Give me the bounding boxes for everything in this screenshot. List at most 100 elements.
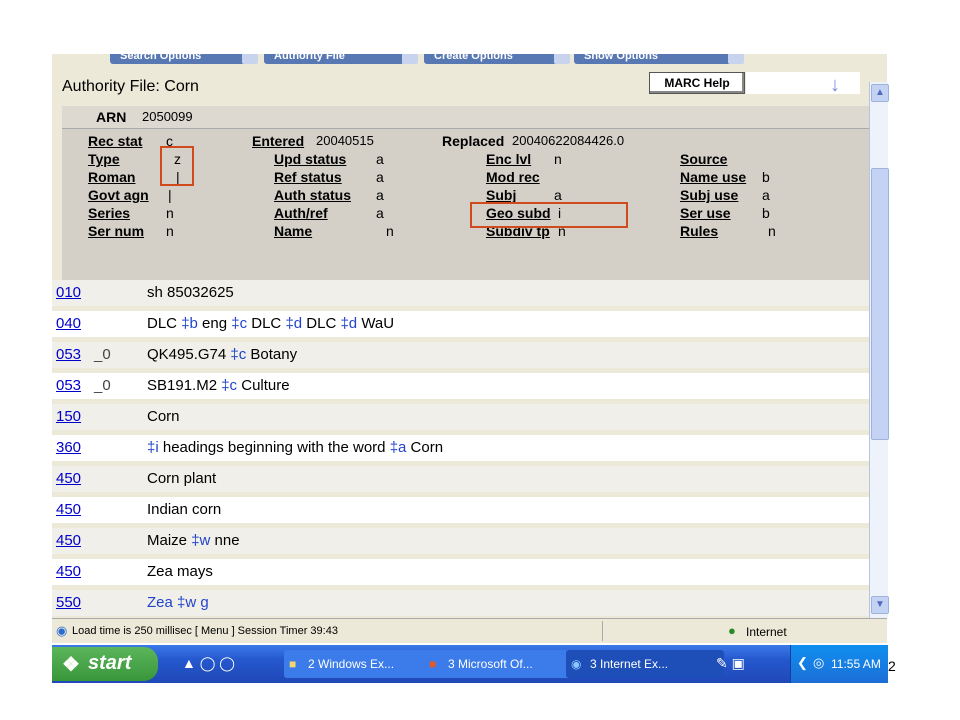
scroll-down-icon[interactable]: ▼ bbox=[871, 596, 889, 614]
entered-value: 20040515 bbox=[316, 133, 374, 148]
marc-field-content: Corn plant bbox=[147, 470, 216, 487]
govt-agn-label[interactable]: Govt agn bbox=[88, 187, 149, 203]
view-select[interactable] bbox=[746, 72, 860, 94]
field-text: eng bbox=[197, 315, 232, 332]
task-windows-explorer[interactable]: ■ 2 Windows Ex... bbox=[284, 650, 438, 678]
network-icon[interactable]: ◎ bbox=[813, 655, 824, 671]
page-number-fragment: 2 bbox=[888, 658, 896, 674]
tab-search-options[interactable]: Search Options bbox=[110, 54, 250, 64]
tab-authority-file[interactable]: Authority File bbox=[264, 54, 404, 64]
replaced-value: 20040622084426.0 bbox=[512, 133, 625, 148]
windows-flag-icon: ❖ bbox=[62, 654, 80, 676]
ser-num-label[interactable]: Ser num bbox=[88, 223, 144, 239]
scroll-thumb[interactable] bbox=[871, 168, 889, 440]
folder-icon: ■ bbox=[289, 657, 297, 671]
marc-tag-link[interactable]: 450 bbox=[56, 532, 81, 549]
field-text: Culture bbox=[237, 377, 290, 394]
field-text: Corn bbox=[406, 439, 444, 456]
globe-icon: ● bbox=[728, 623, 736, 638]
clock: 11:55 AM bbox=[831, 657, 881, 671]
source-label[interactable]: Source bbox=[680, 151, 727, 167]
upd-status-label[interactable]: Upd status bbox=[274, 151, 346, 167]
arn-row: ARN 2050099 bbox=[62, 106, 870, 129]
start-button[interactable]: ❖ start bbox=[52, 647, 158, 681]
marc-field-row: 450 Zea mays bbox=[52, 559, 873, 585]
subfield-code: ‡b bbox=[181, 315, 198, 332]
marc-tag-link[interactable]: 360 bbox=[56, 439, 81, 456]
series-label[interactable]: Series bbox=[88, 205, 130, 221]
tray-tool-icons[interactable]: ✎ ▣ bbox=[716, 655, 745, 672]
marc-tag-link[interactable]: 150 bbox=[56, 408, 81, 425]
name-use-label[interactable]: Name use bbox=[680, 169, 746, 185]
marc-field-content: Indian corn bbox=[147, 501, 221, 518]
marc-field-content: Maize ‡w nne bbox=[147, 532, 240, 549]
field-text: Zea mays bbox=[147, 563, 213, 580]
tray-expand-icon[interactable]: ❮ bbox=[797, 655, 808, 671]
field-text: QK495.G74 bbox=[147, 346, 231, 363]
subj-label[interactable]: Subj bbox=[486, 187, 516, 203]
marc-tag-link[interactable]: 550 bbox=[56, 594, 81, 611]
tab-show-options[interactable]: Show Options bbox=[574, 54, 744, 64]
vertical-scrollbar[interactable]: ▲ ▼ bbox=[869, 82, 889, 618]
marc-tag-link[interactable]: 450 bbox=[56, 501, 81, 518]
subfield-code: ‡d bbox=[285, 315, 303, 332]
system-tray: ❮ ◎ 11:55 AM bbox=[790, 645, 888, 683]
marc-field-content: Zea mays bbox=[147, 563, 213, 580]
subj-use-label[interactable]: Subj use bbox=[680, 187, 738, 203]
arn-value: 2050099 bbox=[142, 109, 193, 124]
auth-status-label[interactable]: Auth status bbox=[274, 187, 351, 203]
tab-show-options-dropdown[interactable] bbox=[728, 54, 744, 64]
scroll-up-icon[interactable]: ▲ bbox=[871, 84, 889, 102]
task-microsoft-office[interactable]: ■ 3 Microsoft Of... bbox=[424, 650, 582, 678]
options-tab-bar: Search Options Authority File Create Opt… bbox=[52, 54, 887, 64]
quicklaunch-icons[interactable]: ▲ ◯ ◯ bbox=[182, 655, 235, 672]
tab-search-options-dropdown[interactable] bbox=[242, 54, 258, 64]
rules-label[interactable]: Rules bbox=[680, 223, 718, 239]
roman-label[interactable]: Roman bbox=[88, 169, 135, 185]
marc-tag-link[interactable]: 450 bbox=[56, 470, 81, 487]
marc-field-row: 150 Corn bbox=[52, 404, 873, 430]
marc-tag-link[interactable]: 053 bbox=[56, 377, 81, 394]
field-text: Corn plant bbox=[147, 470, 217, 487]
ser-use-label[interactable]: Ser use bbox=[680, 205, 731, 221]
fixed-field-block: ARN 2050099 Rec stat c Entered 20040515 … bbox=[62, 106, 870, 294]
govt-agn-value: | bbox=[168, 187, 172, 203]
rec-stat-label[interactable]: Rec stat bbox=[88, 133, 142, 149]
name-use-value: b bbox=[762, 169, 770, 185]
marc-field-row: 053 _0 QK495.G74 ‡c Botany bbox=[52, 342, 873, 368]
marc-indicators: _0 bbox=[94, 346, 111, 363]
field-text: Botany bbox=[246, 346, 298, 363]
enc-lvl-value: n bbox=[554, 151, 562, 167]
type-label[interactable]: Type bbox=[88, 151, 120, 167]
arn-label: ARN bbox=[96, 109, 127, 125]
authority-window: Authority File: Corn MARC Help ↓ ARN 205… bbox=[52, 64, 887, 618]
geo-subd-highlight-box bbox=[470, 202, 628, 228]
subfield-code: ‡c bbox=[230, 346, 247, 363]
marc-tag-link[interactable]: 053 bbox=[56, 346, 81, 363]
name-label[interactable]: Name bbox=[274, 223, 312, 239]
marc-tag-link[interactable]: 040 bbox=[56, 315, 81, 332]
series-value: n bbox=[166, 205, 174, 221]
marc-field-content: DLC ‡b eng ‡c DLC ‡d DLC ‡d WaU bbox=[147, 315, 394, 332]
field-text: Maize bbox=[147, 532, 192, 549]
ref-status-label[interactable]: Ref status bbox=[274, 169, 342, 185]
enc-lvl-label[interactable]: Enc lvl bbox=[486, 151, 531, 167]
mod-rec-label[interactable]: Mod rec bbox=[486, 169, 540, 185]
arrow-down-icon[interactable]: ↓ bbox=[830, 74, 840, 97]
task-internet-explorer[interactable]: ◉ 3 Internet Ex... bbox=[566, 650, 724, 678]
field-link[interactable]: Zea ‡w g bbox=[147, 594, 209, 611]
subfield-code: ‡w bbox=[191, 532, 211, 549]
marc-field-row: 450 Indian corn bbox=[52, 497, 873, 523]
subfield-code: ‡a bbox=[389, 439, 407, 456]
auth-ref-label[interactable]: Auth/ref bbox=[274, 205, 328, 221]
tab-create-options-dropdown[interactable] bbox=[554, 54, 570, 64]
marc-help-button[interactable]: MARC Help bbox=[649, 72, 745, 94]
marc-tag-link[interactable]: 010 bbox=[56, 284, 81, 301]
status-bar: ◉ Load time is 250 millisec [ Menu ] Ses… bbox=[52, 618, 887, 643]
entered-label[interactable]: Entered bbox=[252, 133, 304, 149]
marc-tag-link[interactable]: 450 bbox=[56, 563, 81, 580]
tab-create-options[interactable]: Create Options bbox=[424, 54, 564, 64]
task-windows-explorer-label: 2 Windows Ex... bbox=[308, 657, 395, 671]
tab-authority-file-dropdown[interactable] bbox=[402, 54, 418, 64]
field-text: headings beginning with the word bbox=[158, 439, 390, 456]
